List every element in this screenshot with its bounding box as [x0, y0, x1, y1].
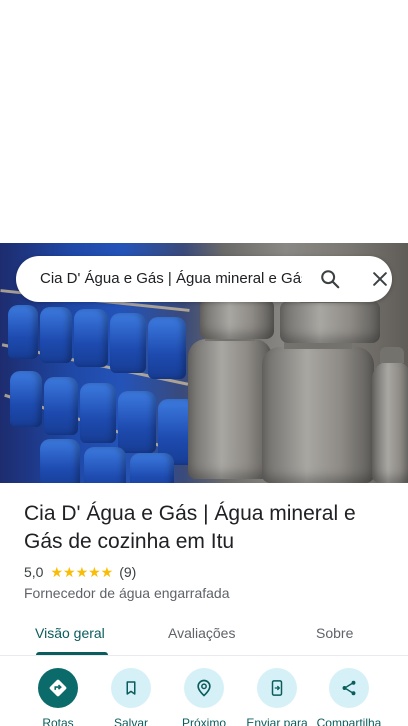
- map-blank-area: [0, 0, 408, 243]
- water-jug: [110, 313, 146, 373]
- directions-button[interactable]: Rotas: [22, 668, 94, 726]
- search-bar[interactable]: Cia D' Água e Gás | Água mineral e Gás d…: [16, 256, 392, 302]
- send-to-phone-icon: [257, 668, 297, 708]
- tab-overview[interactable]: Visão geral: [35, 624, 105, 642]
- directions-label: Rotas: [42, 716, 74, 726]
- water-jug: [118, 391, 156, 453]
- water-jug: [44, 377, 78, 435]
- review-count: (9): [119, 564, 137, 580]
- directions-icon: [38, 668, 78, 708]
- water-jug: [74, 309, 108, 367]
- action-bar: Rotas Salvar Próximo Enviar para Compart…: [0, 668, 408, 726]
- place-title: Cia D' Água e Gás | Água mineral e Gás d…: [24, 502, 356, 553]
- water-jug: [10, 371, 42, 427]
- water-jug: [8, 305, 38, 359]
- water-jug: [40, 307, 72, 363]
- nearby-button[interactable]: Próximo: [168, 668, 240, 726]
- rating-value: 5,0: [24, 564, 44, 580]
- share-icon: [329, 668, 369, 708]
- bookmark-icon: [111, 668, 151, 708]
- water-jug: [148, 317, 186, 379]
- water-jug: [130, 453, 174, 483]
- tab-about[interactable]: Sobre: [316, 624, 353, 642]
- send-to-phone-button[interactable]: Enviar para: [241, 668, 313, 726]
- star-rating-icon: ★★★★★: [50, 563, 114, 580]
- gas-cylinder: [188, 325, 272, 479]
- save-button[interactable]: Salvar: [95, 668, 167, 726]
- nearby-icon: [184, 668, 224, 708]
- close-icon[interactable]: [362, 261, 398, 297]
- share-label: Compartilha: [316, 716, 382, 726]
- nearby-label: Próximo: [181, 716, 226, 726]
- gas-cylinder: [372, 347, 408, 483]
- search-input[interactable]: Cia D' Água e Gás | Água mineral e Gás d…: [40, 269, 302, 289]
- water-jug: [80, 383, 116, 443]
- active-tab-indicator: [36, 652, 108, 655]
- gas-cylinder: [200, 285, 274, 339]
- gas-cylinder: [280, 287, 380, 343]
- share-button[interactable]: Compartilha: [313, 668, 385, 726]
- save-label: Salvar: [113, 716, 148, 726]
- water-jug: [40, 439, 80, 483]
- send-to-phone-label: Enviar para: [246, 716, 308, 726]
- search-icon[interactable]: [312, 261, 348, 297]
- gas-cylinder: [262, 333, 374, 483]
- tab-reviews[interactable]: Avaliações: [168, 624, 235, 642]
- rating-row[interactable]: 5,0 ★★★★★ (9): [24, 563, 136, 581]
- place-category[interactable]: Fornecedor de água engarrafada: [24, 584, 229, 602]
- water-jug: [84, 447, 126, 483]
- tab-bar: Visão geral Avaliações Sobre: [0, 608, 408, 656]
